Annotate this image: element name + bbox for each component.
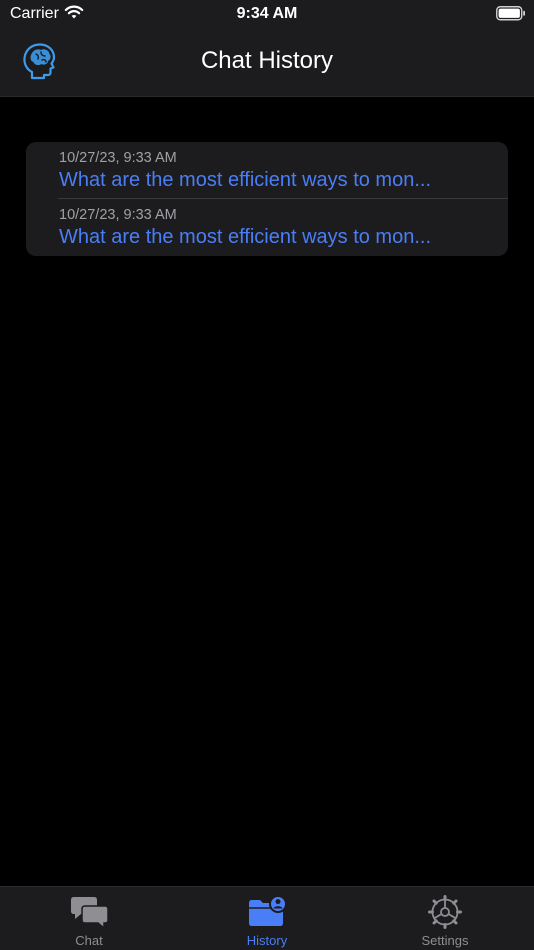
history-item-date: 10/27/23, 9:33 AM	[59, 150, 177, 166]
tab-chat[interactable]: Chat	[0, 887, 178, 950]
status-time: 9:34 AM	[236, 5, 298, 22]
tab-label: History	[246, 933, 288, 948]
history-item-title[interactable]: What are the most efficient ways to mon.…	[59, 226, 499, 249]
tab-settings[interactable]: Settings	[356, 887, 534, 950]
tab-bar: Chat History Settings	[0, 886, 534, 950]
history-list-item[interactable]: 10/27/23, 9:33 AM What are the most effi…	[26, 199, 508, 256]
history-item-date: 10/27/23, 9:33 AM	[59, 207, 177, 223]
navigation-bar: Chat History	[0, 28, 534, 97]
history-list-item[interactable]: 10/27/23, 9:33 AM What are the most effi…	[26, 142, 508, 199]
page-title: Chat History	[200, 47, 334, 74]
chat-history-list: 10/27/23, 9:33 AM What are the most effi…	[26, 142, 508, 256]
folder-person-icon	[249, 895, 287, 926]
tab-history[interactable]: History	[178, 887, 356, 950]
battery-icon	[496, 6, 525, 21]
status-bar: Carrier 9:34 AM	[0, 0, 534, 28]
history-item-title[interactable]: What are the most efficient ways to mon.…	[59, 169, 499, 192]
tab-label: Settings	[421, 933, 469, 948]
gear-icon	[428, 895, 462, 929]
tab-label: Chat	[75, 933, 103, 948]
chat-bubbles-icon	[71, 897, 109, 929]
